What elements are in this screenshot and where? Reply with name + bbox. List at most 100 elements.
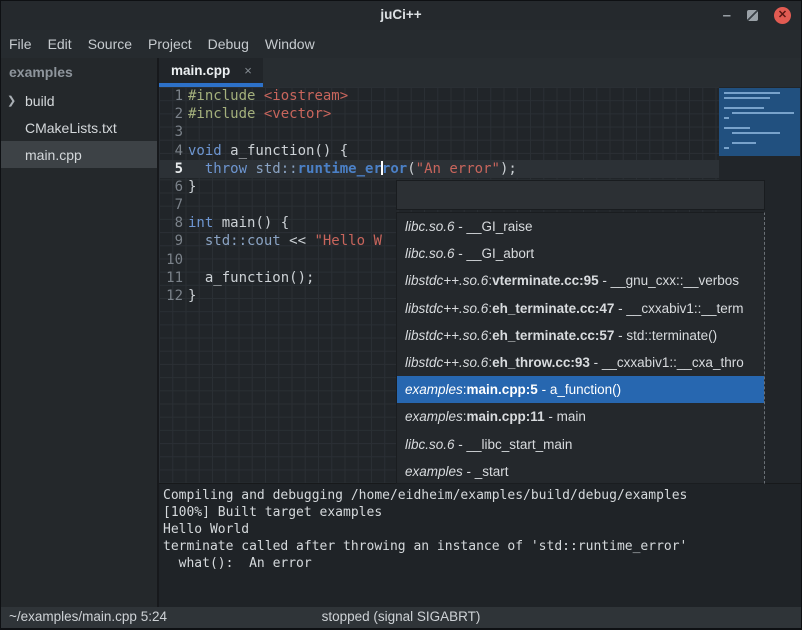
menu-item-edit[interactable]: Edit [48, 36, 72, 52]
sidebar-item-label: build [25, 93, 55, 109]
backtrace-frame-item[interactable]: libc.so.6 - __GI_raise [397, 213, 764, 240]
minimap-line [732, 132, 780, 134]
minimap-line [724, 127, 750, 129]
backtrace-frame-item[interactable]: examples - _start [397, 458, 764, 484]
chevron-right-icon[interactable]: ❯ [7, 94, 23, 107]
backtrace-filter-input[interactable] [397, 181, 764, 209]
editor-column: main.cpp × 1#include <iostream>2#include… [159, 58, 801, 607]
main-area: examples ❯buildCMakeLists.txtmain.cpp ma… [1, 58, 801, 607]
code-line-text: throw std::runtime_error("An error"); [183, 160, 517, 179]
minimap-line [732, 142, 756, 144]
line-number: 1 [159, 87, 183, 106]
backtrace-frame-item[interactable]: libc.so.6 - __libc_start_main [397, 431, 764, 458]
window-title: juCi++ [1, 7, 801, 22]
minimap-line [724, 107, 764, 109]
frame-function-label: _start [475, 464, 509, 479]
code-line-11: 11 a_function(); [159, 269, 314, 288]
code-line-8: 8int main() { [159, 214, 289, 233]
frame-function-label: a_function() [550, 382, 621, 397]
line-number: 3 [159, 123, 183, 142]
code-line-10: 10 [159, 251, 188, 270]
code-token [188, 161, 205, 177]
menu-item-file[interactable]: File [9, 36, 32, 52]
close-button[interactable]: ✕ [774, 7, 791, 24]
backtrace-frame-item[interactable]: examples:main.cpp:11 - main [397, 403, 764, 430]
code-line-text: #include <vector> [183, 105, 331, 124]
code-token: ); [500, 161, 517, 177]
backtrace-frame-item[interactable]: libstdc++.so.6:vterminate.cc:95 - __gnu_… [397, 267, 764, 294]
code-token: <vector> [264, 106, 331, 122]
frame-function-label: __cxxabiv1::__term [626, 301, 743, 316]
frame-library-label: libstdc++.so.6 [405, 273, 488, 288]
backtrace-frame-item[interactable]: libstdc++.so.6:eh_terminate.cc:57 - std:… [397, 322, 764, 349]
line-number: 9 [159, 232, 183, 251]
code-token [255, 106, 263, 122]
backtrace-frame-item[interactable]: libc.so.6 - __GI_abort [397, 240, 764, 267]
sidebar-item-main-cpp[interactable]: main.cpp [1, 141, 157, 168]
line-number: 12 [159, 287, 183, 306]
line-number: 8 [159, 214, 183, 233]
code-token: std::cout [205, 233, 281, 249]
code-token: runtime_er [298, 161, 382, 177]
code-token: int [188, 215, 213, 231]
code-line-text: void a_function() { [183, 142, 348, 161]
code-line-9: 9 std::cout << "Hello W [159, 232, 382, 251]
frame-library-label: libstdc++.so.6 [405, 328, 488, 343]
backtrace-frame-item[interactable]: libstdc++.so.6:eh_throw.cc:93 - __cxxabi… [397, 349, 764, 376]
line-number: 6 [159, 178, 183, 197]
code-token: "Hello W [314, 233, 381, 249]
backtrace-frame-item[interactable]: examples:main.cpp:5 - a_function() [397, 376, 764, 403]
terminal-line: [100%] Built target examples [163, 504, 801, 521]
minimize-button[interactable]: – [723, 11, 731, 21]
backtrace-popup-list[interactable]: libc.so.6 - __GI_raiselibc.so.6 - __GI_a… [396, 212, 765, 484]
code-line-text [183, 251, 188, 270]
restore-icon[interactable] [747, 10, 758, 21]
terminal-line: what(): An error [163, 555, 801, 572]
window-controls: – ✕ [723, 1, 791, 30]
project-name-label: examples [1, 58, 157, 87]
line-number: 7 [159, 196, 183, 215]
sidebar-item-cmakelists-txt[interactable]: CMakeLists.txt [1, 114, 157, 141]
line-number: 10 [159, 251, 183, 270]
terminal-output-panel[interactable]: Compiling and debugging /home/eidheim/ex… [159, 483, 801, 607]
tab-bar: main.cpp × [159, 58, 801, 87]
code-line-text: } [183, 178, 196, 197]
code-line-text: #include <iostream> [183, 87, 348, 106]
code-token: } [188, 179, 196, 195]
frame-file-line-label: main.cpp:5 [467, 382, 538, 397]
debug-status-label: stopped (signal SIGABRT) [1, 609, 801, 624]
menu-item-window[interactable]: Window [265, 36, 315, 52]
backtrace-filter-entry[interactable] [396, 180, 765, 210]
sidebar-item-label: main.cpp [25, 147, 82, 163]
minimap-line [724, 97, 770, 99]
tab-main-cpp[interactable]: main.cpp × [159, 58, 263, 87]
frame-library-label: libc.so.6 [405, 219, 455, 234]
code-line-1: 1#include <iostream> [159, 87, 348, 106]
terminal-line: Compiling and debugging /home/eidheim/ex… [163, 487, 801, 504]
frame-library-label: libstdc++.so.6 [405, 355, 488, 370]
menu-item-source[interactable]: Source [88, 36, 132, 52]
menu-item-project[interactable]: Project [148, 36, 192, 52]
frame-library-label: libc.so.6 [405, 437, 455, 452]
frame-file-line-label: vterminate.cc:95 [492, 273, 599, 288]
code-token: "An error" [416, 161, 500, 177]
line-number: 2 [159, 105, 183, 124]
tab-close-icon[interactable]: × [244, 63, 252, 78]
sidebar-item-build[interactable]: ❯build [1, 87, 157, 114]
source-overview-minimap[interactable] [719, 88, 800, 156]
frame-file-line-label: main.cpp:11 [467, 409, 545, 424]
code-token: } [188, 288, 196, 304]
menu-item-debug[interactable]: Debug [208, 36, 249, 52]
code-line-text: } [183, 287, 196, 306]
code-line-5: 5 throw std::runtime_error("An error"); [159, 160, 517, 179]
frame-function-label: __libc_start_main [467, 437, 573, 452]
code-token: void [188, 143, 222, 159]
minimap-line [724, 117, 729, 119]
code-line-12: 12} [159, 287, 196, 306]
line-number: 4 [159, 142, 183, 161]
code-line-text: a_function(); [183, 269, 314, 288]
title-bar[interactable]: juCi++ – ✕ [1, 1, 801, 30]
backtrace-frame-item[interactable]: libstdc++.so.6:eh_terminate.cc:47 - __cx… [397, 295, 764, 322]
code-token [188, 233, 205, 249]
minimap-line [724, 92, 780, 94]
